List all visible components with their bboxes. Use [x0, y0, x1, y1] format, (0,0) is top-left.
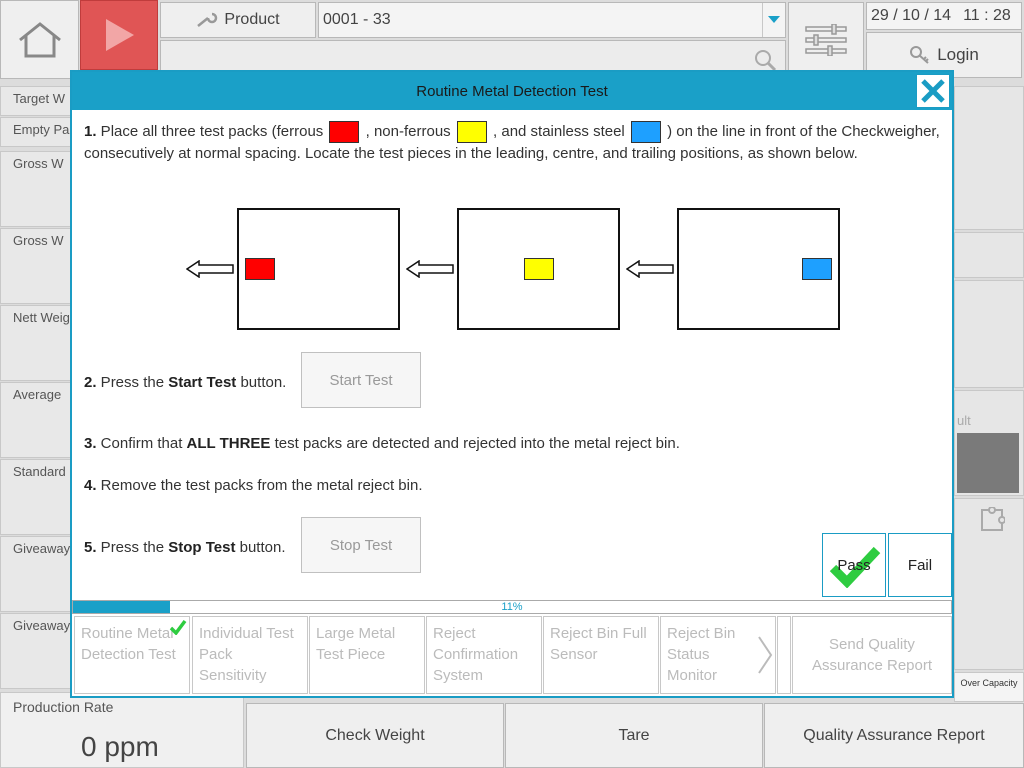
tab-individual-test-pack-sensitivity[interactable]: Individual Test Pack Sensitivity [192, 616, 308, 694]
stainless-swatch [630, 121, 661, 144]
dialog-header: Routine Metal Detection Test [72, 72, 952, 110]
stainless-test-piece [802, 258, 832, 280]
step-4: 4. Remove the test packs from the metal … [84, 477, 423, 494]
product-value: 0001 - 33 [323, 11, 391, 28]
metal-detection-dialog: Routine Metal Detection Test 1. Place al… [70, 70, 954, 698]
key-icon [910, 46, 929, 64]
fail-label: Fail [907, 556, 933, 574]
production-rate-value: 0 ppm [81, 731, 159, 762]
date-text: 29 / 10 / 14 [871, 7, 952, 24]
result-indicator [957, 433, 1019, 493]
stop-test-button[interactable]: Stop Test [301, 517, 421, 573]
dropdown-arrow-icon[interactable] [762, 3, 785, 37]
right-panel-block-2 [954, 232, 1024, 278]
time-text: 11 : 28 [963, 7, 1011, 24]
search-icon [755, 50, 777, 72]
pack-leading [237, 208, 400, 330]
step-3: 3. Confirm that ALL THREE test packs are… [84, 435, 680, 452]
right-panel-partial-text: ult [957, 413, 971, 428]
pack-trailing [677, 208, 840, 330]
send-quality-assurance-report-button[interactable]: Send Quality Assurance Report [792, 616, 952, 694]
tab-large-metal-test-piece[interactable]: Large Metal Test Piece [309, 616, 425, 694]
pass-button[interactable]: Pass [822, 533, 886, 597]
home-button[interactable] [0, 0, 79, 79]
settings-menu-button[interactable] [788, 2, 864, 78]
close-icon [921, 79, 945, 103]
left-arrow-icon [626, 260, 674, 278]
tab-reject-confirmation-system[interactable]: Reject Confirmation System [426, 616, 542, 694]
home-icon [18, 21, 61, 57]
quality-assurance-report-button[interactable]: Quality Assurance Report [764, 703, 1024, 768]
left-arrow-icon [186, 260, 234, 278]
play-icon [106, 19, 134, 51]
tab-routine-metal-detection-test[interactable]: Routine Metal Detection Test [74, 616, 190, 694]
tab-scroll-overflow [777, 616, 791, 694]
check-icon [169, 619, 187, 635]
step-5: 5. Press the Stop Test button. [84, 539, 286, 556]
date-time-display: 29 / 10 / 14 11 : 28 [866, 2, 1022, 30]
product-button[interactable]: Product [160, 2, 316, 38]
login-label: Login [937, 45, 979, 64]
product-select[interactable]: 0001 - 33 [318, 2, 786, 38]
pack-centre [457, 208, 620, 330]
pass-label: Pass [837, 556, 871, 574]
non-ferrous-test-piece [524, 258, 554, 280]
right-panel-result: ult [954, 390, 1024, 496]
step-2: 2. Press the Start Test button. [84, 374, 287, 391]
start-test-button[interactable]: Start Test [301, 352, 421, 408]
tab-reject-bin-full-sensor[interactable]: Reject Bin Full Sensor [543, 616, 659, 694]
right-panel-block-5 [954, 498, 1024, 670]
ferrous-test-piece [245, 258, 275, 280]
product-label: Product [224, 11, 280, 28]
dialog-title: Routine Metal Detection Test [416, 82, 608, 100]
production-rate-label: Production Rate [13, 699, 114, 715]
tare-button[interactable]: Tare [505, 703, 763, 768]
production-rate-panel: Production Rate 0 ppm [0, 692, 244, 768]
ferrous-swatch [329, 121, 360, 144]
progress-label: 11% [501, 601, 523, 613]
tab-reject-bin-status-monitor[interactable]: Reject Bin Status Monitor [660, 616, 776, 694]
left-arrow-icon [406, 260, 454, 278]
sliders-icon [805, 24, 847, 56]
fail-button[interactable]: Fail [888, 533, 952, 597]
wrench-icon [197, 12, 218, 27]
start-run-button[interactable] [80, 0, 158, 70]
right-panel-block-1 [954, 86, 1024, 230]
step-1: 1. Place all three test packs (ferrous ,… [84, 121, 940, 163]
puzzle-icon [981, 507, 1005, 531]
test-progress-bar: 11% [72, 600, 952, 614]
over-capacity-indicator: Over Capacity [954, 672, 1024, 702]
over-capacity-label: Over Capacity [960, 678, 1018, 688]
non-ferrous-swatch [456, 121, 487, 144]
chevron-right-icon[interactable] [757, 635, 773, 675]
right-panel-block-3 [954, 280, 1024, 388]
check-weight-button[interactable]: Check Weight [246, 703, 504, 768]
close-button[interactable] [916, 74, 950, 108]
